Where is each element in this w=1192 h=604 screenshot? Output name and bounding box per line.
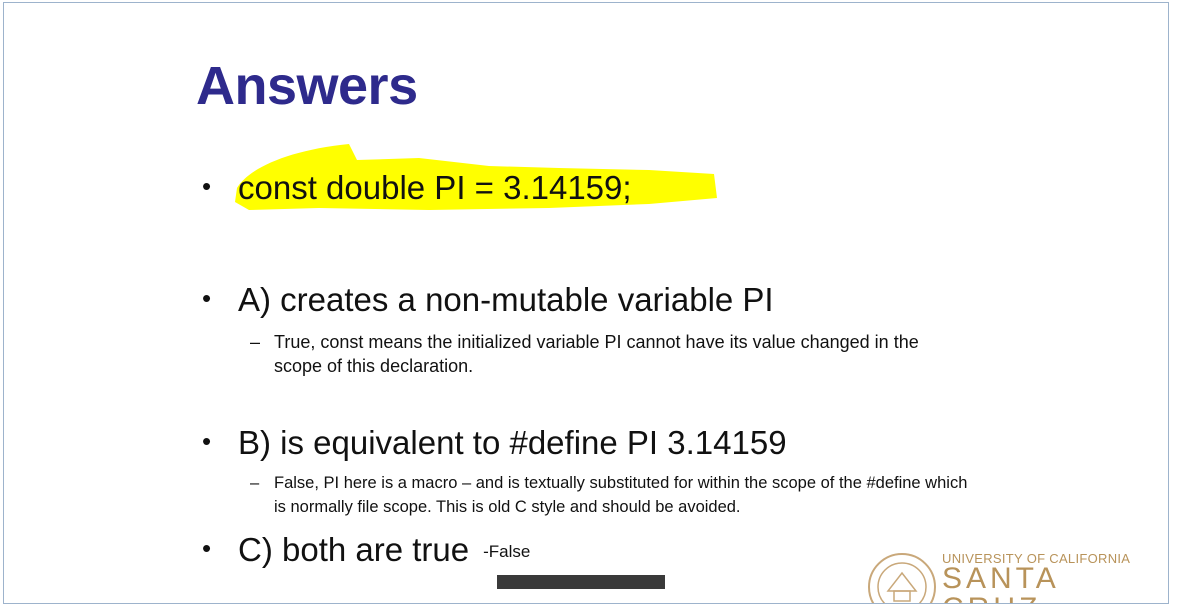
bullet-option-b: • B) is equivalent to #define PI 3.14159 <box>202 424 787 462</box>
bullet-declaration: • const double PI = 3.14159; <box>202 169 632 207</box>
bullet-text: A) creates a non-mutable variable PI <box>238 281 774 318</box>
university-seal-icon <box>868 553 936 603</box>
bullet-text: const double PI = 3.14159; <box>238 169 632 206</box>
sub-bullet-text: True, const means the initialized variab… <box>274 332 919 376</box>
bullet-dot: • <box>202 283 212 313</box>
sub-bullet-text: False, PI here is a macro – and is textu… <box>274 474 968 516</box>
slide: Answers • const double PI = 3.14159; • A) … <box>3 2 1169 604</box>
bullet-dot: • <box>202 426 212 456</box>
bullet-dot: • <box>202 533 212 563</box>
bullet-option-a: • A) creates a non-mutable variable PI <box>202 281 774 319</box>
bullet-option-c: • C) both are true -False <box>202 531 530 569</box>
bullet-text: B) is equivalent to #define PI 3.14159 <box>238 424 787 461</box>
sub-bullet-dash: – <box>250 474 260 492</box>
video-control-bar[interactable] <box>497 575 665 589</box>
slide-title: Answers <box>196 56 418 116</box>
sub-bullet-dash: – <box>250 332 261 352</box>
bullet-dot: • <box>202 171 212 201</box>
campus-name: SANTA CRUZ <box>942 562 1059 604</box>
sub-bullet-option-a: – True, const means the initialized vari… <box>250 330 950 378</box>
answer-note: -False <box>483 542 531 561</box>
sub-bullet-option-b: – False, PI here is a macro – and is tex… <box>250 471 970 519</box>
bullet-text: C) both are true <box>238 531 470 568</box>
